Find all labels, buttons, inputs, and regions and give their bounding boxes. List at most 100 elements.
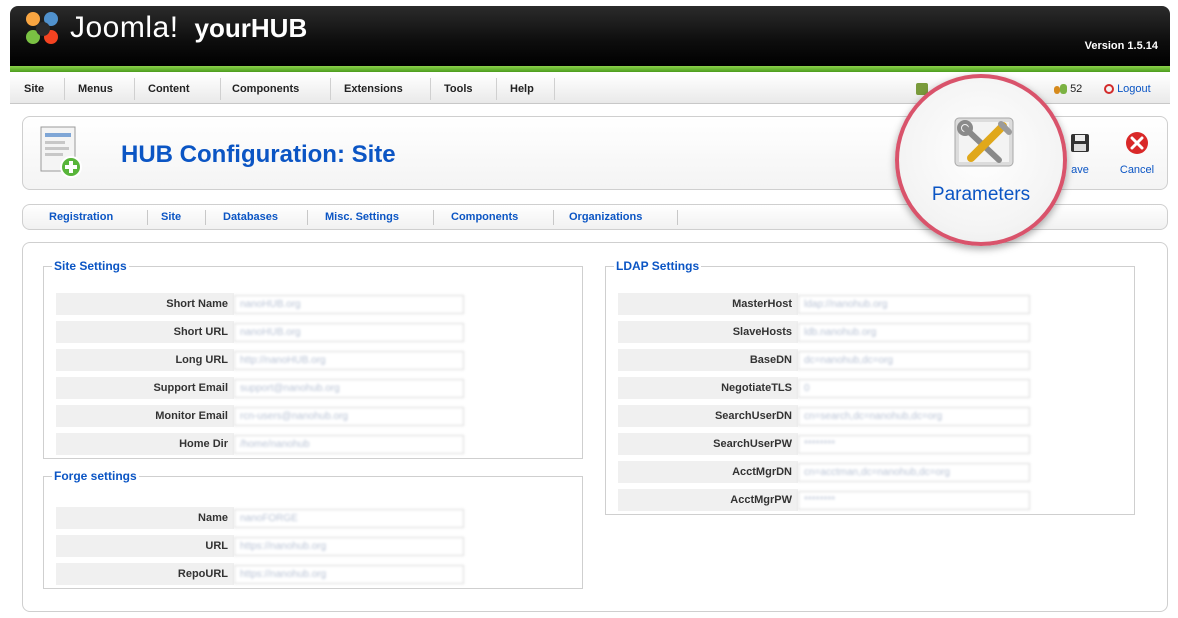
form-row: RepoURL https://nanohub.org [56,563,476,586]
form-row: Home Dir /home/nanohub [56,433,476,456]
menu-divider [64,78,65,100]
app-window: Joomla! yourHUB Version 1.5.14 Site Menu… [0,0,1178,618]
tab-organizations[interactable]: Organizations [569,205,642,229]
field-label: RepoURL [56,563,234,586]
cancel-label: Cancel [1119,164,1155,176]
field-label: SearchUserDN [618,405,798,428]
save-icon [1071,134,1089,152]
cancel-icon [1126,132,1148,154]
home-dir-input[interactable]: /home/nanohub [234,435,464,454]
tab-databases[interactable]: Databases [223,205,278,229]
form-row: SearchUserPW ******** [618,433,1030,456]
tab-registration[interactable]: Registration [49,205,113,229]
basedn-input[interactable]: dc=nanohub,dc=org [798,351,1030,370]
menu-divider [134,78,135,100]
short-name-input[interactable]: nanoHUB.org [234,295,464,314]
masterhost-input[interactable]: ldap://nanohub.org [798,295,1030,314]
parameters-button[interactable]: Parameters [895,74,1067,246]
ldap-settings-group: LDAP Settings MasterHost ldap://nanohub.… [605,259,1135,515]
field-label: Short URL [56,321,234,344]
menu-divider [330,78,331,100]
field-label: Long URL [56,349,234,372]
support-email-input[interactable]: support@nanohub.org [234,379,464,398]
users-online: 52 [1054,74,1082,104]
long-url-input[interactable]: http://nanoHUB.org [234,351,464,370]
menu-tools[interactable]: Tools [444,74,473,104]
form-row: SearchUserDN cn=search,dc=nanohub,dc=org [618,405,1030,428]
joomla-logo-icon [24,10,64,46]
field-label: SearchUserPW [618,433,798,456]
ldap-settings-legend: LDAP Settings [616,259,700,273]
slavehosts-input[interactable]: ldb.nanohub.org [798,323,1030,342]
field-label: Name [56,507,234,530]
short-url-input[interactable]: nanoHUB.org [234,323,464,342]
form-row: MasterHost ldap://nanohub.org [618,293,1030,316]
form-row: Short Name nanoHUB.org [56,293,476,316]
negotiatetls-input[interactable]: 0 [798,379,1030,398]
site-settings-legend: Site Settings [54,259,127,273]
tab-divider [677,210,678,225]
field-label: Monitor Email [56,405,234,428]
acctmgrpw-input[interactable]: ******** [798,491,1030,510]
form-row: Support Email support@nanohub.org [56,377,476,400]
site-name: yourHUB [194,12,308,43]
version-label: Version 1.5.14 [1084,40,1158,52]
tab-divider [307,210,308,225]
logout-label: Logout [1117,83,1151,95]
form-row: Long URL http://nanoHUB.org [56,349,476,372]
joomla-logo: Joomla! yourHUB [24,10,307,46]
users-icon [1054,83,1067,95]
users-count: 52 [1070,83,1083,95]
field-label: AcctMgrDN [618,461,798,484]
form-row: BaseDN dc=nanohub,dc=org [618,349,1030,372]
menu-site[interactable]: Site [24,74,44,104]
settings-panel: Site Settings Short Name nanoHUB.org Sho… [22,242,1168,612]
form-row: AcctMgrDN cn=acctman,dc=nanohub,dc=org [618,461,1030,484]
menu-menus[interactable]: Menus [78,74,113,104]
field-label: URL [56,535,234,558]
forge-settings-group: Forge settings Name nanoFORGE URL https:… [43,469,583,589]
tools-icon [954,117,1014,167]
acctmgrdn-input[interactable]: cn=acctman,dc=nanohub,dc=org [798,463,1030,482]
form-row: AcctMgrPW ******** [618,489,1030,512]
menu-content[interactable]: Content [148,74,190,104]
tab-components[interactable]: Components [451,205,518,229]
menu-divider [496,78,497,100]
field-label: NegotiateTLS [618,377,798,400]
admin-header: Joomla! yourHUB Version 1.5.14 [10,6,1170,66]
form-row: Short URL nanoHUB.org [56,321,476,344]
form-row: SlaveHosts ldb.nanohub.org [618,321,1030,344]
field-label: Short Name [56,293,234,316]
monitor-email-input[interactable]: rcn-users@nanohub.org [234,407,464,426]
parameters-label: Parameters [931,184,1031,205]
form-row: Monitor Email rcn-users@nanohub.org [56,405,476,428]
menu-divider [554,78,555,100]
logout-link[interactable]: Logout [1104,74,1151,104]
searchuserdn-input[interactable]: cn=search,dc=nanohub,dc=org [798,407,1030,426]
form-row: Name nanoFORGE [56,507,476,530]
logout-icon [1104,84,1114,95]
menu-extensions[interactable]: Extensions [344,74,403,104]
menu-help[interactable]: Help [510,74,534,104]
header-accent-bar [10,66,1170,72]
menu-divider [220,78,221,100]
forge-name-input[interactable]: nanoFORGE [234,509,464,528]
menu-components[interactable]: Components [232,74,299,104]
menu-divider [430,78,431,100]
site-settings-group: Site Settings Short Name nanoHUB.org Sho… [43,259,583,459]
field-label: Support Email [56,377,234,400]
forge-settings-legend: Forge settings [54,469,137,483]
field-label: Home Dir [56,433,234,456]
searchuserpw-input[interactable]: ******** [798,435,1030,454]
forge-url-input[interactable]: https://nanohub.org [234,537,464,556]
field-label: MasterHost [618,293,798,316]
field-label: BaseDN [618,349,798,372]
brand-name: Joomla! [70,11,179,44]
form-row: URL https://nanohub.org [56,535,476,558]
tab-divider [433,210,434,225]
tab-site[interactable]: Site [161,205,181,229]
tab-misc-settings[interactable]: Misc. Settings [325,205,399,229]
tab-divider [205,210,206,225]
cancel-button[interactable]: Cancel [1113,131,1161,176]
repo-url-input[interactable]: https://nanohub.org [234,565,464,584]
